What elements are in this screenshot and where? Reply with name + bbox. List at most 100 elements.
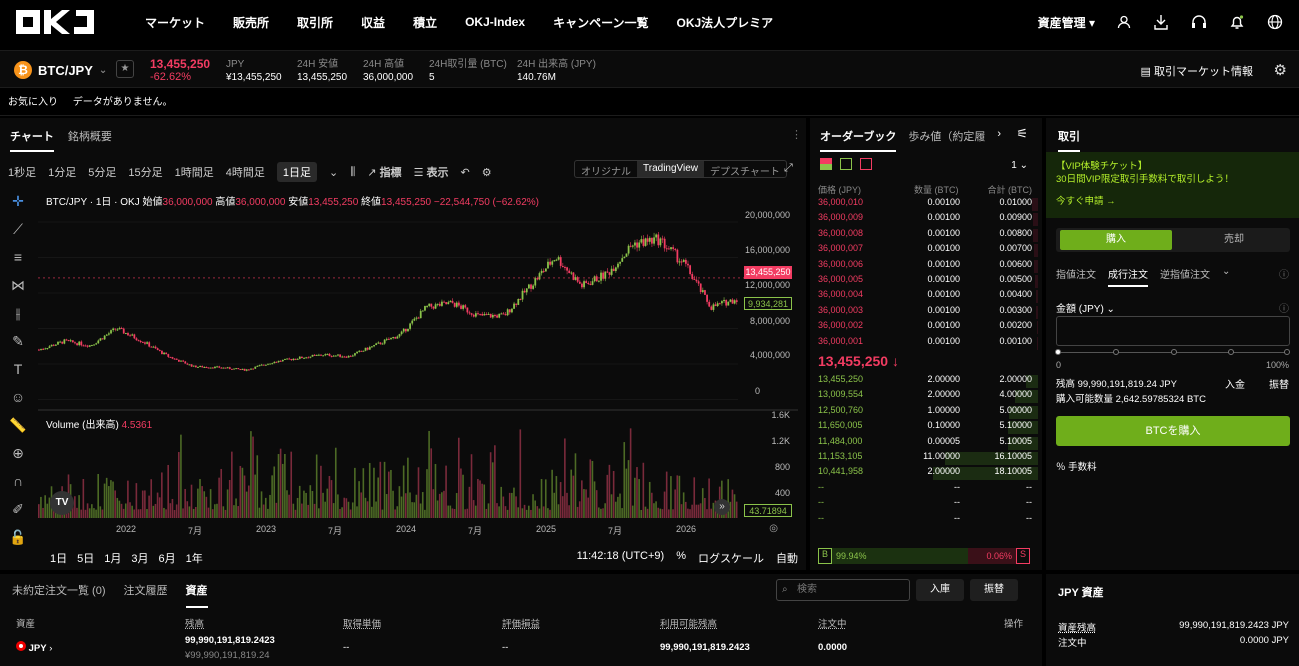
percent-slider[interactable] <box>1055 349 1290 355</box>
transfer-link[interactable]: 振替 <box>1269 376 1289 391</box>
range-1m[interactable]: 1月 <box>104 550 121 566</box>
deposit-button[interactable]: 入庫 <box>916 579 964 601</box>
bid-row[interactable]: 12,500,760 1.00000 5.00000 <box>818 405 1038 420</box>
emoji-icon[interactable]: ☺ <box>6 389 30 417</box>
chevron-down-icon[interactable]: ⌄ <box>329 166 338 179</box>
view-depth[interactable]: デプスチャート <box>704 161 786 178</box>
scroll-right-icon[interactable]: » <box>714 499 730 515</box>
ask-row[interactable]: 36,000,007 0.00100 0.00700 <box>818 243 1038 258</box>
nav-corporate[interactable]: OKJ法人プレミア <box>677 14 774 31</box>
amount-help-icon[interactable]: ⓘ <box>1279 300 1289 315</box>
chevron-right-icon[interactable]: › <box>997 128 1001 152</box>
col-available[interactable]: 利用可能残高 <box>660 616 717 630</box>
indicators-button[interactable]: ↗ 指標 <box>367 164 401 180</box>
pattern-icon[interactable]: ⋈ <box>6 277 30 305</box>
slider-step[interactable] <box>1228 349 1234 355</box>
interval-1h[interactable]: 1時間足 <box>175 164 214 180</box>
magnet-icon[interactable]: ∩ <box>6 473 30 501</box>
zoom-icon[interactable]: ⊕ <box>6 445 30 473</box>
fee-link[interactable]: ％ 手数料 <box>1056 459 1097 473</box>
slider-step[interactable] <box>1284 349 1290 355</box>
nav-exchange[interactable]: 取引所 <box>297 14 333 31</box>
favorite-star-icon[interactable]: ★ <box>116 60 134 78</box>
bid-row[interactable]: 11,650,005 0.10000 5.10000 <box>818 420 1038 435</box>
pencil-lock-icon[interactable]: ✐ <box>6 501 30 529</box>
market-info-link[interactable]: ▤ 取引マーケット情報 <box>1141 63 1253 79</box>
market-order-tab[interactable]: 成行注文 <box>1108 266 1148 287</box>
undo-icon[interactable]: ↶ <box>461 166 470 179</box>
bid-row[interactable]: 13,009,554 2.00000 4.00000 <box>818 389 1038 404</box>
bid-row[interactable]: 13,455,250 2.00000 2.00000 <box>818 374 1038 389</box>
bid-row[interactable]: -- -- -- <box>818 497 1038 512</box>
settings-icon[interactable]: ⚙ <box>482 166 492 179</box>
amount-input[interactable] <box>1056 316 1290 346</box>
stop-order-tab[interactable]: 逆指値注文 <box>1160 266 1210 287</box>
bid-row[interactable]: -- -- -- <box>818 482 1038 497</box>
ask-row[interactable]: 36,000,004 0.00100 0.00400 <box>818 289 1038 304</box>
view-asks-icon[interactable] <box>860 158 872 170</box>
user-icon[interactable] <box>1117 15 1131 29</box>
bid-row[interactable]: 11,484,000 0.00005 5.10005 <box>818 436 1038 451</box>
trendline-icon[interactable]: ⟋ <box>6 221 30 249</box>
slider-step[interactable] <box>1171 349 1177 355</box>
transfer-button[interactable]: 振替 <box>970 579 1018 601</box>
brush-icon[interactable]: ✎ <box>6 333 30 361</box>
crosshair-icon[interactable]: ✛ <box>6 193 30 221</box>
ask-row[interactable]: 36,000,001 0.00100 0.00100 <box>818 336 1038 351</box>
interval-1m[interactable]: 1分足 <box>48 164 76 180</box>
orderbook-settings-icon[interactable]: ⚟ <box>1016 126 1028 142</box>
ask-row[interactable]: 36,000,006 0.00100 0.00600 <box>818 259 1038 274</box>
col-pnl[interactable]: 評価損益 <box>502 616 540 630</box>
candle-type-icon[interactable]: ⫼ <box>350 166 355 179</box>
ask-row[interactable]: 36,000,003 0.00100 0.00300 <box>818 305 1038 320</box>
range-3m[interactable]: 3月 <box>131 550 148 566</box>
help-icon[interactable]: ⓘ <box>1279 266 1289 281</box>
amount-label-row[interactable]: 金額 (JPY) ⌄ <box>1056 300 1115 315</box>
ruler-icon[interactable]: 📏 <box>6 417 30 445</box>
tab-chart[interactable]: チャート <box>10 128 54 152</box>
favorites-label[interactable]: お気に入り <box>8 97 58 108</box>
deposit-link[interactable]: 入金 <box>1225 376 1245 391</box>
buy-btc-button[interactable]: BTCを購入 <box>1056 416 1290 446</box>
view-bids-icon[interactable] <box>840 158 852 170</box>
axis-settings-icon[interactable]: ◎ <box>769 523 778 534</box>
gear-icon[interactable]: ⚙ <box>1274 61 1287 79</box>
tradingview-logo-icon[interactable]: TV <box>50 491 74 515</box>
vip-apply-link[interactable]: 今すぐ申請 → <box>1056 195 1289 208</box>
globe-icon[interactable] <box>1267 14 1283 30</box>
col-balance[interactable]: 残高 <box>185 616 204 630</box>
panel-menu-icon[interactable]: ⋮ <box>791 128 802 141</box>
interval-1s[interactable]: 1秒足 <box>8 164 36 180</box>
bid-row[interactable]: 11,153,105 11.00000 16.10005 <box>818 451 1038 466</box>
depth-select[interactable]: 1 ⌄ <box>1011 160 1028 171</box>
tab-assets[interactable]: 資産 <box>185 582 208 608</box>
bid-row[interactable]: -- -- -- <box>818 513 1038 528</box>
ask-row[interactable]: 36,000,008 0.00100 0.00800 <box>818 228 1038 243</box>
price-chart[interactable] <box>38 188 798 568</box>
display-button[interactable]: ☰ 表示 <box>414 164 449 180</box>
limit-order-tab[interactable]: 指値注文 <box>1056 266 1096 287</box>
nav-accumulate[interactable]: 積立 <box>413 14 437 31</box>
asset-menu[interactable]: 資産管理 ▾ <box>1038 14 1095 31</box>
trade-title[interactable]: 取引 <box>1058 128 1080 152</box>
slider-step[interactable] <box>1113 349 1119 355</box>
tab-overview[interactable]: 銘柄概要 <box>68 128 112 152</box>
ask-row[interactable]: 36,000,005 0.00100 0.00500 <box>818 274 1038 289</box>
bid-row[interactable]: 10,441,958 2.00000 18.10005 <box>818 466 1038 481</box>
buy-tab[interactable]: 購入 <box>1060 230 1172 250</box>
range-1y[interactable]: 1年 <box>186 550 203 566</box>
auto-scale-toggle[interactable]: 自動 <box>776 550 798 566</box>
download-icon[interactable] <box>1153 14 1169 30</box>
interval-4h[interactable]: 4時間足 <box>226 164 265 180</box>
fullscreen-icon[interactable]: ⤢ <box>784 162 793 175</box>
bell-icon[interactable] <box>1229 14 1245 30</box>
okj-logo[interactable] <box>16 10 94 34</box>
asset-search[interactable]: ⌕ 検索 <box>776 579 910 601</box>
chevron-down-icon[interactable]: ⌄ <box>1222 266 1230 287</box>
range-5d[interactable]: 5日 <box>77 550 94 566</box>
horizontal-lines-icon[interactable]: ≡ <box>6 249 30 277</box>
interval-5m[interactable]: 5分足 <box>88 164 116 180</box>
percent-toggle[interactable]: % <box>676 550 686 566</box>
log-scale-toggle[interactable]: ログスケール <box>698 550 764 566</box>
range-1d[interactable]: 1日 <box>50 550 67 566</box>
